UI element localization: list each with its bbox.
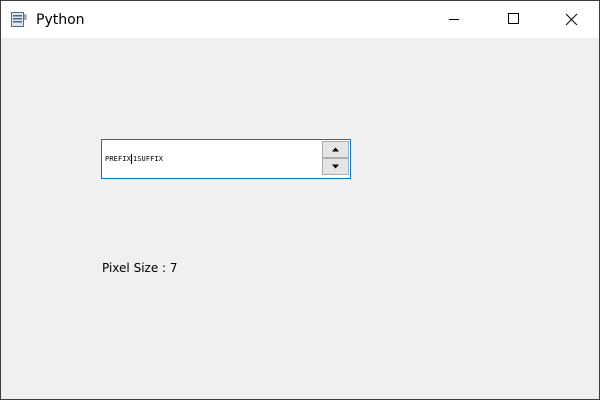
close-button[interactable]: [549, 1, 595, 38]
close-icon: [565, 13, 578, 26]
pixel-size-label: Pixel Size : 7: [102, 261, 178, 275]
client-area: PREFIX 1SUFFIX Pixel Size : 7: [1, 38, 599, 399]
title-bar[interactable]: Python: [1, 1, 599, 38]
maximize-icon: [508, 13, 519, 24]
spin-prefix: PREFIX: [105, 155, 131, 163]
spin-suffix: SUFFIX: [137, 155, 164, 163]
spin-up-button[interactable]: [322, 141, 349, 158]
window-title: Python: [36, 12, 85, 28]
spin-box[interactable]: PREFIX 1SUFFIX: [101, 139, 351, 179]
app-window: Python PREFIX 1SUFFIX Pixel Size: 7: [0, 0, 600, 400]
spin-down-button[interactable]: [322, 158, 349, 175]
minimize-icon: [449, 19, 459, 20]
arrow-down-icon: [332, 164, 339, 169]
minimize-button[interactable]: [431, 1, 477, 38]
python-app-icon[interactable]: [10, 11, 28, 29]
maximize-button[interactable]: [491, 1, 537, 38]
arrow-up-icon: [332, 147, 339, 152]
text-caret: [130, 154, 132, 164]
spin-box-text[interactable]: PREFIX 1SUFFIX: [105, 153, 163, 165]
